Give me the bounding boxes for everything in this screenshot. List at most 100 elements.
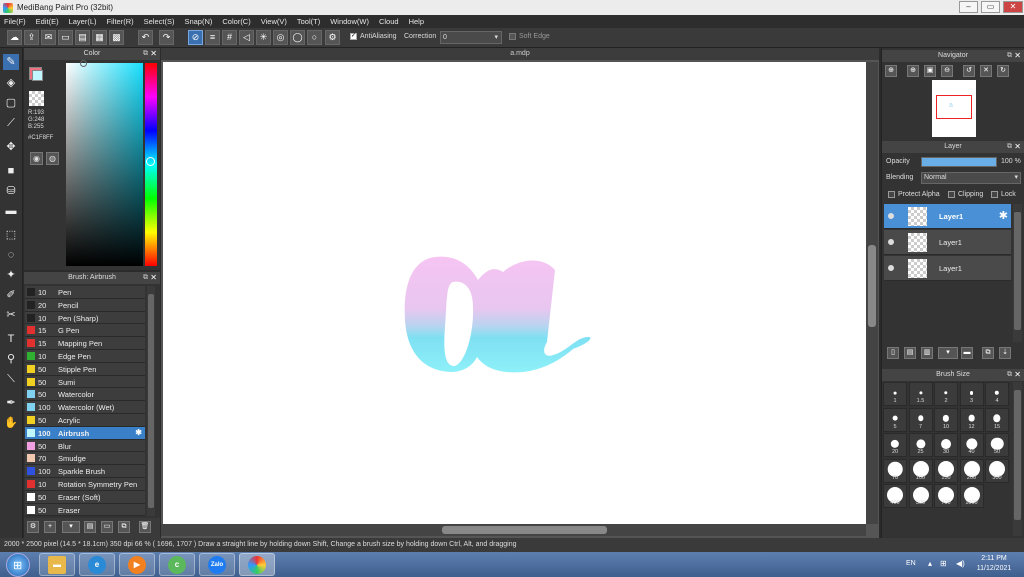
menu-filter[interactable]: Filter(R): [107, 17, 134, 26]
navigator-viewport-rect[interactable]: [936, 95, 972, 119]
line-tool-icon[interactable]: ⟋: [3, 115, 19, 131]
tray-arrow-icon[interactable]: ▴: [928, 559, 932, 568]
trash-icon[interactable]: 🗑: [139, 521, 151, 533]
cloud-icon[interactable]: ☁: [7, 30, 22, 45]
brush-size-scrollbar[interactable]: [1013, 382, 1022, 536]
gradient-tool-icon[interactable]: ▬: [3, 203, 19, 219]
network-icon[interactable]: ⊞: [940, 559, 947, 568]
taskbar-app-ie[interactable]: e: [79, 553, 115, 576]
zoom-reset-icon[interactable]: ⊕: [907, 65, 919, 77]
brush-size-option[interactable]: 50: [985, 433, 1009, 457]
menu-file[interactable]: File(F): [4, 17, 26, 26]
close-icon[interactable]: ✕: [1014, 369, 1021, 381]
brush-folder-icon[interactable]: ▭: [101, 521, 113, 533]
brush-item[interactable]: 70 Smudge: [25, 452, 145, 466]
taskbar-app-zalo[interactable]: Zalo: [199, 553, 235, 576]
eraser-tool-icon[interactable]: ◈: [3, 75, 19, 91]
brush-item[interactable]: 10 Rotation Symmetry Pen: [25, 478, 145, 491]
brush-size-option[interactable]: 1.5: [908, 382, 933, 406]
palette-icon[interactable]: ◉: [30, 152, 43, 165]
brush-item[interactable]: 15 G Pen: [25, 324, 145, 338]
minimize-button[interactable]: –: [959, 1, 978, 13]
redo-icon[interactable]: ↷: [159, 30, 174, 45]
close-icon[interactable]: ✕: [1014, 50, 1021, 62]
menu-cloud[interactable]: Cloud: [379, 17, 399, 26]
clipping-checkbox[interactable]: [948, 191, 955, 198]
brush-size-option[interactable]: 15: [985, 407, 1009, 432]
menu-help[interactable]: Help: [409, 17, 424, 26]
brush-item[interactable]: 50 Eraser: [25, 503, 145, 517]
close-icon[interactable]: ✕: [150, 272, 157, 284]
brush-size-option[interactable]: 100: [908, 458, 933, 483]
brush-size-option[interactable]: 200: [959, 458, 984, 483]
magic-wand-icon[interactable]: ✦: [3, 267, 19, 283]
brush-size-option[interactable]: 400: [883, 484, 907, 508]
color-picker-cursor[interactable]: [80, 60, 87, 67]
brush-item[interactable]: 50 Watercolor: [25, 388, 145, 402]
snap-off-icon[interactable]: ⊘: [188, 30, 203, 45]
add-brush-icon[interactable]: +: [44, 521, 56, 533]
pin-icon[interactable]: ⧉: [1007, 141, 1012, 153]
antialiasing-checkbox[interactable]: ✓: [350, 33, 357, 40]
new-8bit-layer-icon[interactable]: ▥: [921, 347, 933, 359]
pin-icon[interactable]: ⧉: [1007, 50, 1012, 62]
export-icon[interactable]: ⇪: [24, 30, 39, 45]
brush-item[interactable]: 50 Acrylic: [25, 414, 145, 427]
hand-tool-icon[interactable]: ✋: [3, 415, 19, 431]
brush-size-option[interactable]: 150: [934, 458, 958, 483]
brush-item[interactable]: 10 Edge Pen: [25, 350, 145, 363]
brush-tool-icon[interactable]: ✎: [3, 54, 19, 70]
merge-layer-icon[interactable]: ⇣: [999, 347, 1011, 359]
menu-edit[interactable]: Edit(E): [36, 17, 59, 26]
new-halftone-layer-icon[interactable]: ▤: [904, 347, 916, 359]
brush-size-option[interactable]: 2: [934, 382, 958, 406]
undo-icon[interactable]: ↶: [138, 30, 153, 45]
close-icon[interactable]: ✕: [1014, 141, 1021, 153]
text-tool-icon[interactable]: T: [3, 331, 19, 347]
brush-item[interactable]: 100 Sparkle Brush: [25, 465, 145, 478]
duplicate-layer-icon[interactable]: ⧉: [982, 347, 994, 359]
canvas-horizontal-scroll-thumb[interactable]: [442, 526, 607, 534]
brush-item[interactable]: 50 Eraser (Soft): [25, 490, 145, 504]
menu-snap[interactable]: Snap(N): [184, 17, 212, 26]
canvas-tab[interactable]: a.mdp: [161, 48, 879, 60]
menu-select[interactable]: Select(S): [144, 17, 175, 26]
add-palette-icon[interactable]: ◍: [46, 152, 59, 165]
language-indicator[interactable]: EN: [906, 560, 916, 567]
brush-item[interactable]: 20 Pencil: [25, 298, 145, 312]
close-icon[interactable]: ✕: [150, 48, 157, 60]
brush-item[interactable]: 15 Mapping Pen: [25, 337, 145, 350]
brush-settings-icon[interactable]: ⚙: [27, 521, 39, 533]
divide-tool-icon[interactable]: ⟍: [3, 371, 19, 387]
brush-item[interactable]: 50 Sumi: [25, 375, 145, 389]
visibility-icon[interactable]: [888, 239, 894, 245]
brush-duplicate-icon[interactable]: ⧉: [118, 521, 130, 533]
taskbar-app-explorer[interactable]: ▬: [39, 553, 75, 576]
taskbar-app-media[interactable]: ▶: [119, 553, 155, 576]
snap-perspective-icon[interactable]: ◁: [239, 30, 254, 45]
fit-icon[interactable]: ▣: [924, 65, 936, 77]
brush-size-option[interactable]: 4: [985, 382, 1009, 406]
brush-size-option[interactable]: 300: [985, 458, 1009, 483]
brush-size-option[interactable]: 700: [934, 484, 958, 508]
snap-circle-icon[interactable]: ◎: [273, 30, 288, 45]
menu-color[interactable]: Color(C): [222, 17, 250, 26]
close-button[interactable]: ✕: [1003, 1, 1023, 13]
brush-item[interactable]: 10 Pen: [25, 286, 145, 299]
soft-edge-checkbox[interactable]: [509, 33, 516, 40]
menu-window[interactable]: Window(W): [330, 17, 369, 26]
brush-size-option[interactable]: 1: [883, 382, 907, 406]
drawing-canvas[interactable]: [163, 62, 866, 524]
layer-folder-icon[interactable]: ▬: [961, 347, 973, 359]
brush-size-option[interactable]: 500: [908, 484, 933, 508]
blending-select[interactable]: Normal ▾: [921, 172, 1021, 184]
brush-item[interactable]: 10 Pen (Sharp): [25, 311, 145, 325]
brush-list-scrollbar[interactable]: [147, 286, 155, 516]
protect-alpha-checkbox[interactable]: [888, 191, 895, 198]
visibility-icon[interactable]: [888, 213, 894, 219]
brush-size-option[interactable]: 5: [883, 407, 907, 432]
brush-copy-icon[interactable]: ▤: [84, 521, 96, 533]
brush-item[interactable]: 100 Watercolor (Wet): [25, 401, 145, 414]
page-icon[interactable]: ▤: [75, 30, 90, 45]
taskbar-app-medibang[interactable]: [239, 553, 275, 576]
